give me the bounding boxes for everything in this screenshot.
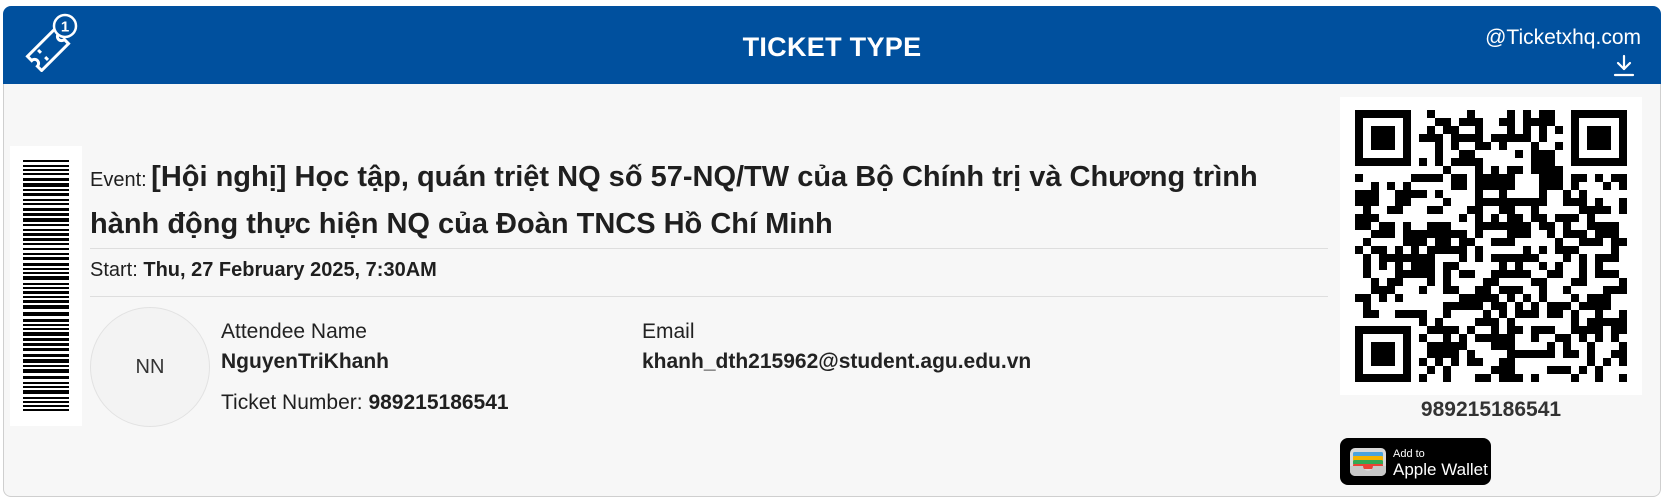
add-to-apple-wallet-button[interactable]: Add to Apple Wallet [1340,438,1491,485]
attendee-name: NguyenTriKhanh [221,350,390,373]
page-title: TICKET TYPE [742,32,922,62]
divider [90,248,1328,249]
start-info: Start: Thu, 27 February 2025, 7:30AM [90,259,437,282]
download-icon[interactable] [1613,54,1635,78]
start-value: Thu, 27 February 2025, 7:30AM [143,259,437,281]
wallet-big-text: Apple Wallet [1393,460,1488,479]
wallet-icon [1350,448,1386,476]
site-link[interactable]: @Ticketxhq.com [1485,26,1641,50]
qr-code [1340,97,1642,395]
event-label: Event: [90,169,147,191]
avatar-initials: NN [135,355,165,378]
wallet-small-text: Add to [1393,448,1425,460]
event-info: Event: [Hội nghị] Học tập, quán triệt NQ… [90,156,1330,250]
qr-code-number: 989215186541 [1420,398,1562,421]
avatar: NN [90,307,210,427]
event-name: [Hội nghị] Học tập, quán triệt NQ số 57-… [90,161,1258,240]
email-value: khanh_dth215962@student.agu.edu.vn [642,350,1032,373]
ticket-number-value: 989215186541 [368,391,509,414]
start-label: Start: [90,259,138,281]
ticket-number: Ticket Number: 989215186541 [221,391,509,415]
barcode [10,146,82,426]
attendee-name-label: Attendee Name [221,320,367,343]
ticket-header: 1 TICKET TYPE @Ticketxhq.com [3,6,1661,84]
ticket-number-label: Ticket Number: [221,391,363,414]
divider [90,296,1328,297]
email-label: Email [642,320,695,343]
